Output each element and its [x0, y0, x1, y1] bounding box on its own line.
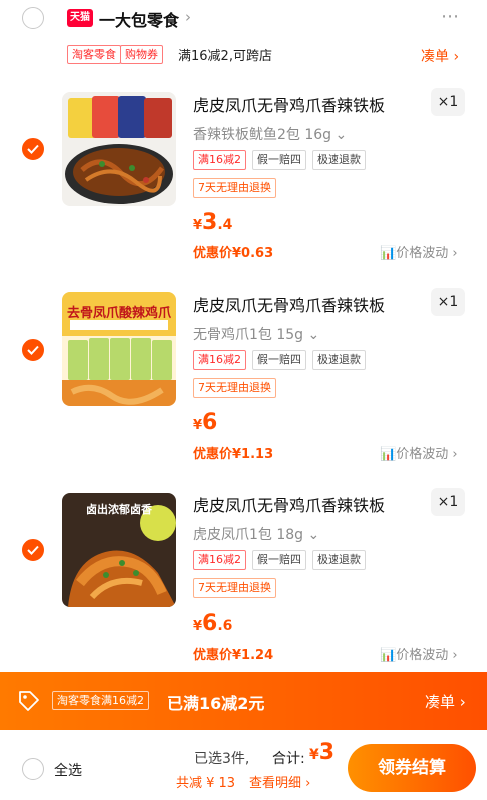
chart-icon: 📊 [380, 447, 397, 462]
product-variant[interactable]: 无骨鸡爪1包 15g ⌄ [193, 324, 319, 344]
cart-item: 去骨凤爪酸辣鸡爪 虎皮凤爪无骨鸡爪香辣铁板 ×1 无骨鸡爪1包 15g ⌄ 满1… [0, 282, 487, 482]
discount-price: 优惠价¥1.13 [193, 447, 274, 462]
select-all-label[interactable]: 全选 [54, 760, 82, 780]
price-trend-label: 价格波动 › [396, 648, 458, 663]
view-details-link[interactable]: 查看明细 › [249, 772, 310, 791]
total-label: 合计: [272, 751, 305, 767]
promo-progress-bar[interactable]: 淘客零食满16减2 已满16减2元 凑单 › [0, 672, 487, 730]
chevron-down-icon: ⌄ [307, 327, 320, 343]
service-tag: 假一赔四 [252, 550, 306, 570]
service-tags: 7天无理由退换 [193, 378, 276, 398]
select-all-radio[interactable] [22, 758, 44, 780]
chevron-right-icon[interactable]: › [185, 8, 191, 26]
promo-tag: 满16减2 [193, 550, 246, 570]
variant-label: 无骨鸡爪1包 15g [193, 327, 304, 343]
price-trend-link[interactable]: 📊价格波动 › [380, 242, 458, 261]
more-icon[interactable]: ⋯ [441, 6, 460, 27]
chevron-down-icon: ⌄ [307, 527, 320, 543]
add-items-link[interactable]: 凑单 › [421, 46, 459, 66]
promo-text: 满16减2,可跨店 [178, 49, 272, 64]
product-price: ¥3.4 [193, 210, 233, 235]
price-trend-link[interactable]: 📊价格波动 › [380, 443, 458, 462]
promo-status: 已满16减2元 [167, 694, 265, 713]
checkout-bar: 全选 已选3件, 合计: ¥3 共减 ¥ 13 查看明细 › 领券结算 [0, 730, 487, 800]
service-tags: 满16减2 假一赔四 极速退款 [193, 150, 366, 170]
promo-tag: 购物券 [120, 45, 163, 64]
item-select-radio[interactable] [22, 539, 44, 561]
chart-icon: 📊 [380, 648, 397, 663]
price-trend-link[interactable]: 📊价格波动 › [380, 644, 458, 663]
item-select-radio[interactable] [22, 339, 44, 361]
product-image[interactable] [62, 92, 176, 206]
product-title[interactable]: 虎皮凤爪无骨鸡爪香辣铁板 [193, 292, 385, 316]
promo-tag: 淘客零食 [67, 45, 121, 64]
service-tags: 7天无理由退换 [193, 578, 276, 598]
return-tag: 7天无理由退换 [193, 178, 276, 198]
coupon-icon [19, 691, 39, 711]
return-tag: 7天无理由退换 [193, 378, 276, 398]
product-price: ¥6.6 [193, 611, 233, 636]
total-amount: ¥3 [309, 740, 335, 765]
product-variant[interactable]: 香辣铁板鱿鱼2包 16g ⌄ [193, 124, 347, 144]
saving-amount: 共减 ¥ 13 [176, 776, 236, 791]
return-tag: 7天无理由退换 [193, 578, 276, 598]
price-trend-label: 价格波动 › [396, 246, 458, 261]
item-select-radio[interactable] [22, 138, 44, 160]
quantity-button[interactable]: ×1 [431, 288, 465, 316]
service-tag: 假一赔四 [252, 350, 306, 370]
service-tag: 极速退款 [312, 150, 366, 170]
tmall-logo: 天猫 [67, 9, 93, 27]
discount-price: 优惠价¥0.63 [193, 246, 274, 261]
product-price: ¥6 [193, 410, 218, 435]
price-trend-label: 价格波动 › [396, 447, 458, 462]
cart-item: 卤出浓郁卤香 虎皮凤爪无骨鸡爪香辣铁板 ×1 虎皮凤爪1包 18g ⌄ 满16减… [0, 483, 487, 683]
product-image[interactable]: 去骨凤爪酸辣鸡爪 [62, 292, 176, 406]
promo-tag: 淘客零食满16减2 [52, 691, 149, 710]
promo-tag: 满16减2 [193, 350, 246, 370]
service-tag: 极速退款 [312, 550, 366, 570]
checkout-button[interactable]: 领券结算 [348, 744, 476, 792]
service-tag: 假一赔四 [252, 150, 306, 170]
promo-tag: 满16减2 [193, 150, 246, 170]
store-select-radio[interactable] [22, 7, 44, 29]
chart-icon: 📊 [380, 246, 397, 261]
quantity-button[interactable]: ×1 [431, 88, 465, 116]
thumbnail-caption: 去骨凤爪酸辣鸡爪 [66, 306, 171, 321]
service-tags: 7天无理由退换 [193, 178, 276, 198]
variant-label: 香辣铁板鱿鱼2包 16g [193, 127, 332, 143]
product-title[interactable]: 虎皮凤爪无骨鸡爪香辣铁板 [193, 492, 385, 516]
service-tags: 满16减2 假一赔四 极速退款 [193, 550, 366, 570]
discount-price: 优惠价¥1.24 [193, 648, 274, 663]
chevron-down-icon: ⌄ [335, 127, 348, 143]
thumbnail-caption: 卤出浓郁卤香 [86, 503, 152, 516]
variant-label: 虎皮凤爪1包 18g [193, 527, 304, 543]
selected-count: 已选3件, [194, 751, 250, 767]
promo-row: 淘客零食 购物券 满16减2,可跨店 凑单 › [0, 40, 487, 70]
store-header: 天猫 一大包零食 › ⋯ [0, 0, 487, 38]
product-image[interactable]: 卤出浓郁卤香 [62, 493, 176, 607]
product-title[interactable]: 虎皮凤爪无骨鸡爪香辣铁板 [193, 92, 385, 116]
service-tags: 满16减2 假一赔四 极速退款 [193, 350, 366, 370]
add-items-link[interactable]: 凑单 › [425, 691, 466, 712]
store-name[interactable]: 一大包零食 [99, 7, 179, 31]
cart-item: 虎皮凤爪无骨鸡爪香辣铁板 ×1 香辣铁板鱿鱼2包 16g ⌄ 满16减2 假一赔… [0, 80, 487, 280]
service-tag: 极速退款 [312, 350, 366, 370]
quantity-button[interactable]: ×1 [431, 488, 465, 516]
product-variant[interactable]: 虎皮凤爪1包 18g ⌄ [193, 524, 319, 544]
